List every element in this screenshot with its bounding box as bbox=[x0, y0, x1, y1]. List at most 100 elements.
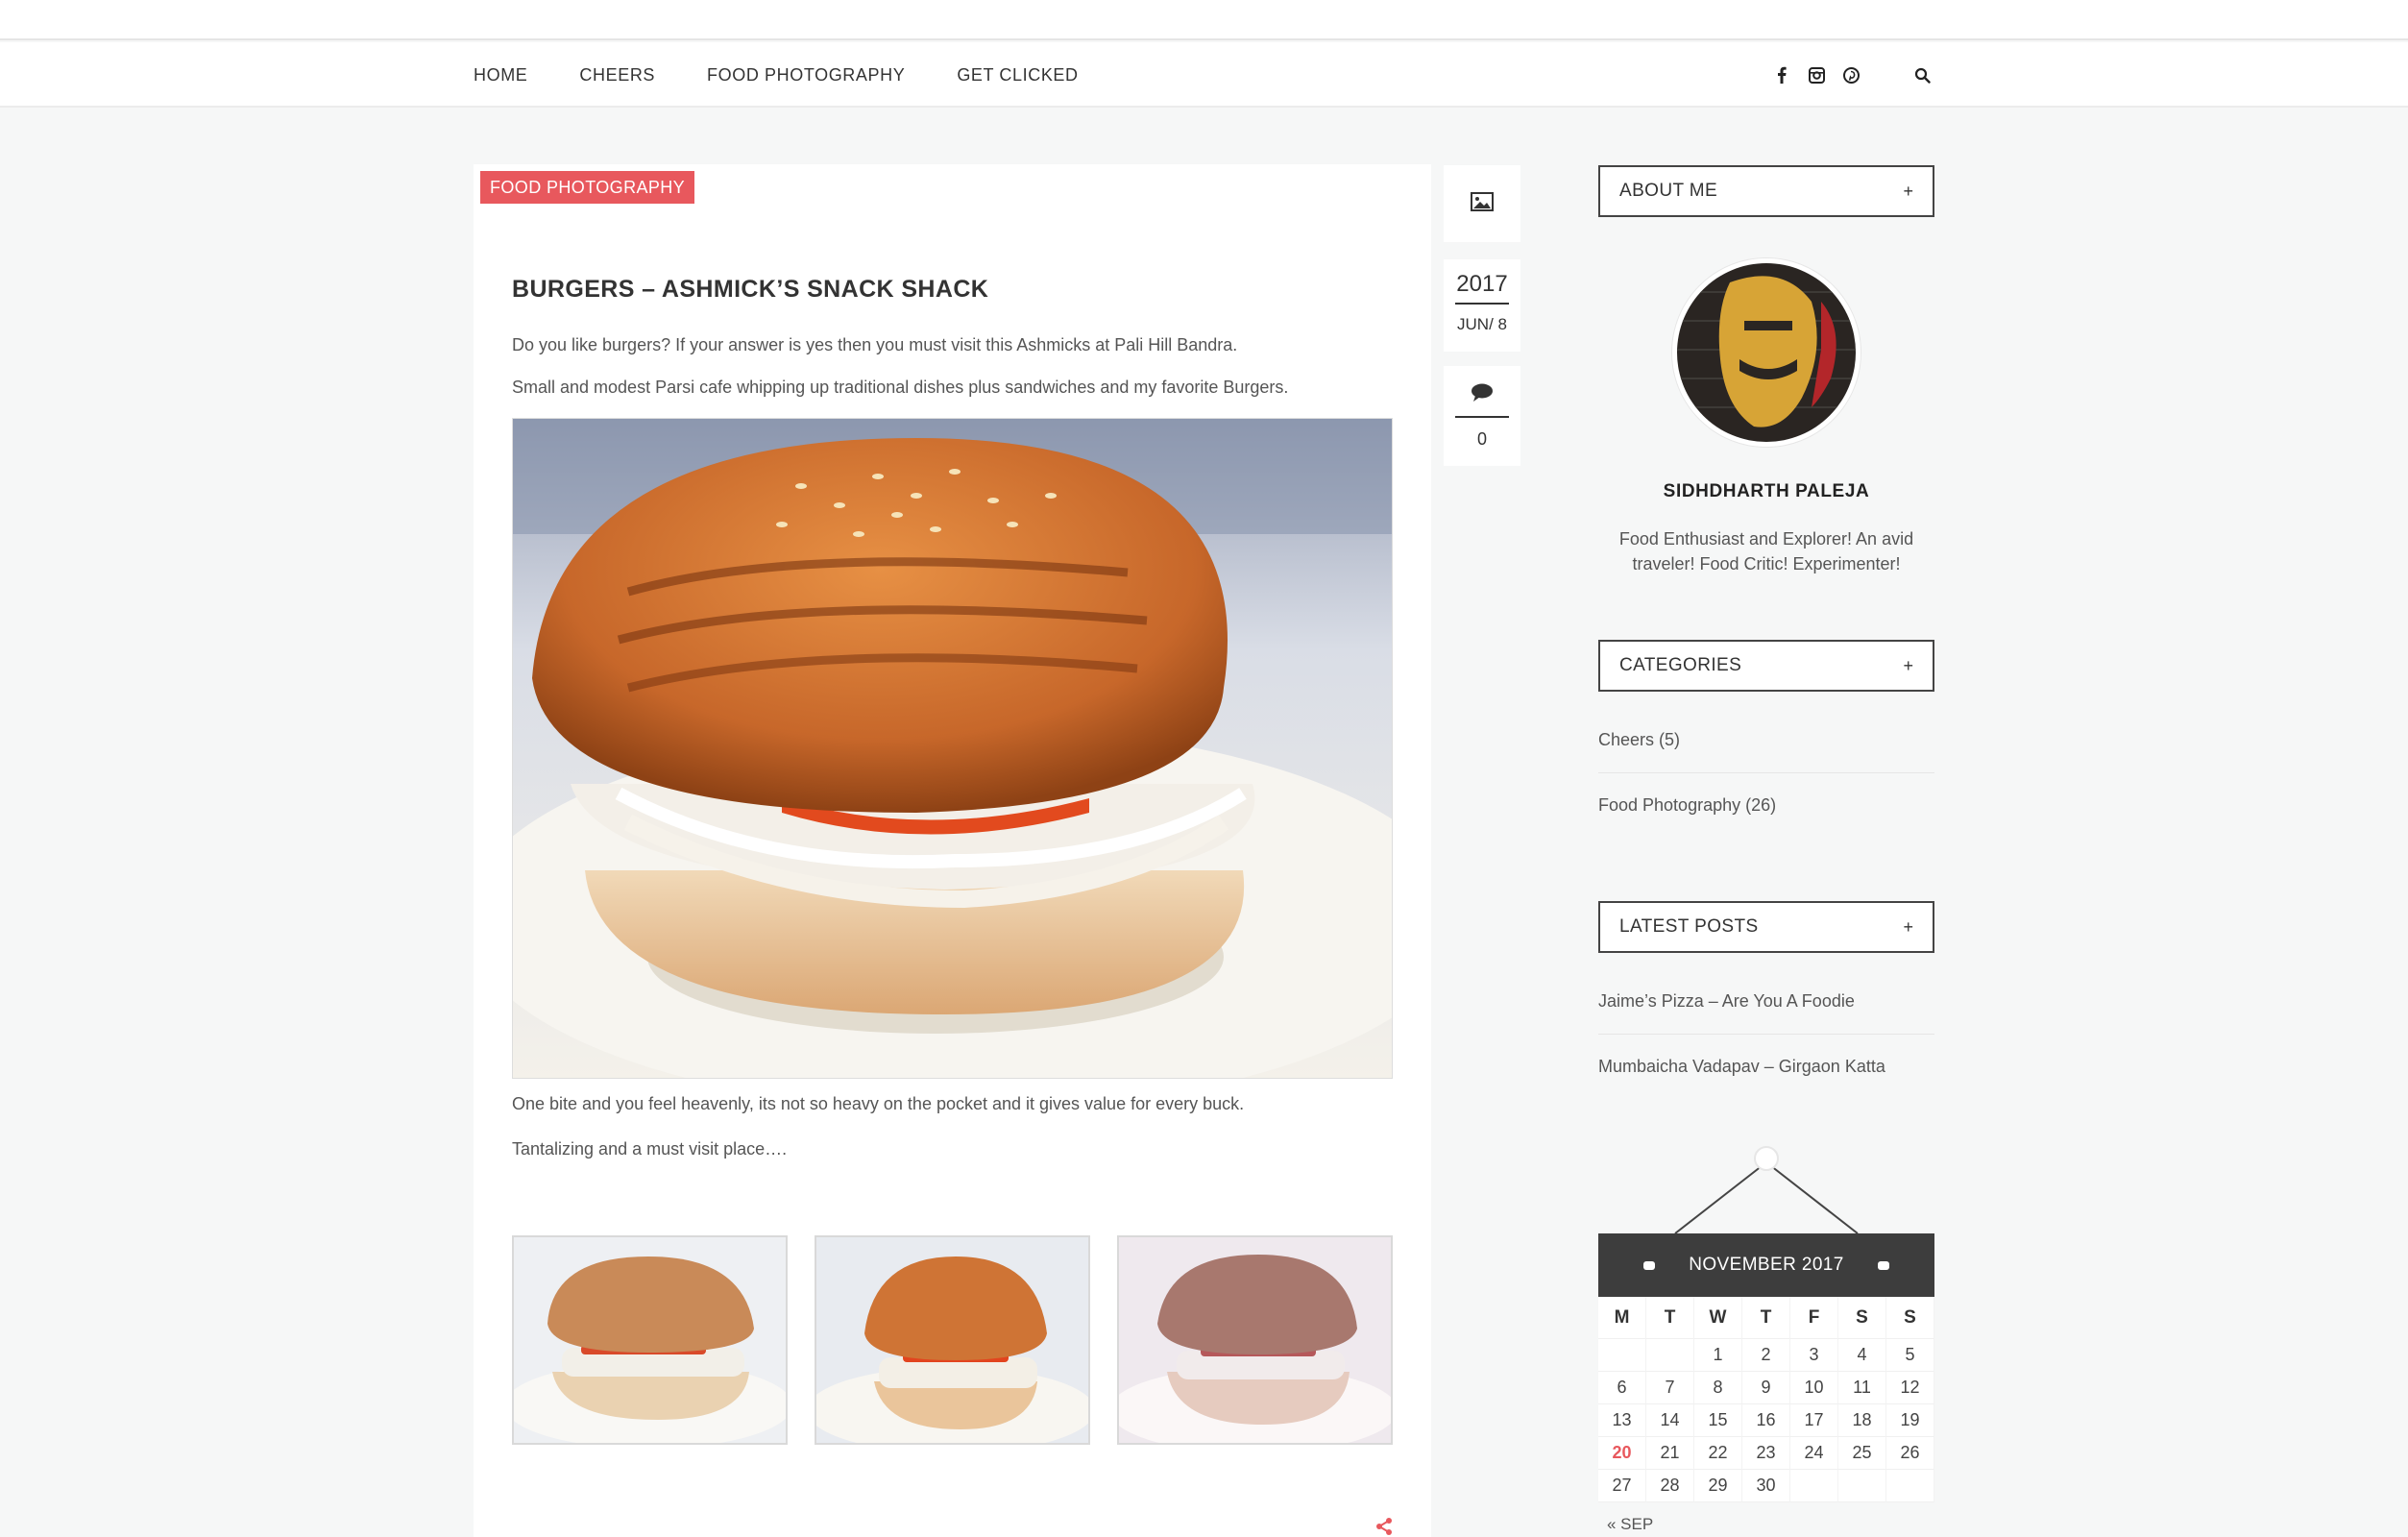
calendar-day: 13 bbox=[1598, 1404, 1646, 1437]
calendar-day: 3 bbox=[1790, 1339, 1838, 1372]
post-paragraph: Tantalizing and a must visit place…. bbox=[512, 1139, 788, 1159]
calendar-day: 8 bbox=[1694, 1372, 1742, 1404]
calendar-day: 1 bbox=[1694, 1339, 1742, 1372]
latest-post-link[interactable]: Mumbaicha Vadapav – Girgaon Katta bbox=[1598, 1057, 1934, 1077]
calendar-day: 18 bbox=[1838, 1404, 1886, 1437]
gallery-thumbnail[interactable] bbox=[512, 1235, 788, 1445]
nav-menu: HOME CHEERS FOOD PHOTOGRAPHY GET CLICKED bbox=[474, 42, 1131, 108]
expand-icon: + bbox=[1903, 916, 1913, 937]
calendar-day: 23 bbox=[1742, 1437, 1790, 1470]
calendar-next-button[interactable] bbox=[1878, 1261, 1889, 1270]
calendar-day: 27 bbox=[1598, 1470, 1646, 1502]
calendar-week: 27 28 29 30 bbox=[1598, 1470, 1934, 1502]
calendar-day: 9 bbox=[1742, 1372, 1790, 1404]
comment-icon bbox=[1471, 383, 1494, 407]
widget-title: CATEGORIES bbox=[1619, 655, 1742, 675]
calendar-day: 26 bbox=[1886, 1437, 1934, 1470]
nav-home[interactable]: HOME bbox=[474, 65, 527, 85]
calendar-day bbox=[1598, 1339, 1646, 1372]
calendar-day bbox=[1646, 1339, 1694, 1372]
expand-icon: + bbox=[1903, 181, 1913, 201]
weekday: W bbox=[1694, 1297, 1742, 1339]
calendar-day: 28 bbox=[1646, 1470, 1694, 1502]
search-icon[interactable] bbox=[1913, 66, 1931, 84]
post-paragraph: One bite and you feel heavenly, its not … bbox=[512, 1094, 1245, 1113]
social-icons bbox=[1773, 42, 1931, 108]
image-icon bbox=[1471, 191, 1494, 216]
main-nav: HOME CHEERS FOOD PHOTOGRAPHY GET CLICKED bbox=[0, 42, 2408, 108]
post-date-box: 2017 JUN/ 8 bbox=[1444, 259, 1520, 352]
divider bbox=[1598, 772, 1934, 773]
calendar-day: 5 bbox=[1886, 1339, 1934, 1372]
expand-icon: + bbox=[1903, 655, 1913, 675]
calendar-month: NOVEMBER 2017 bbox=[1689, 1255, 1844, 1275]
weekday: T bbox=[1742, 1297, 1790, 1339]
post-year: 2017 bbox=[1456, 271, 1508, 297]
latest-post-link[interactable]: Jaime’s Pizza – Are You A Foodie bbox=[1598, 991, 1934, 1012]
calendar-day: 22 bbox=[1694, 1437, 1742, 1470]
top-strip bbox=[0, 0, 2408, 40]
divider bbox=[1598, 1034, 1934, 1035]
share-icon[interactable] bbox=[1374, 1517, 1394, 1536]
author-bio: Food Enthusiast and Explorer! An avid tr… bbox=[1618, 529, 1914, 573]
calendar-day: 12 bbox=[1886, 1372, 1934, 1404]
calendar-day: 15 bbox=[1694, 1404, 1742, 1437]
post-title[interactable]: BURGERS – ASHMICK’S SNACK SHACK bbox=[512, 276, 988, 304]
calendar-day: 11 bbox=[1838, 1372, 1886, 1404]
latest-posts-widget-header[interactable]: LATEST POSTS + bbox=[1598, 901, 1934, 953]
gallery-thumbnail[interactable] bbox=[1117, 1235, 1393, 1445]
post-format-box bbox=[1444, 165, 1520, 242]
category-badge[interactable]: FOOD PHOTOGRAPHY bbox=[480, 171, 695, 204]
calendar-prev-month-link[interactable]: « SEP bbox=[1607, 1515, 1653, 1534]
calendar-day bbox=[1790, 1470, 1838, 1502]
calendar-header: NOVEMBER 2017 bbox=[1598, 1233, 1934, 1297]
pinterest-icon[interactable] bbox=[1842, 66, 1860, 84]
divider bbox=[1455, 416, 1509, 418]
calendar-day: 30 bbox=[1742, 1470, 1790, 1502]
calendar-day: 21 bbox=[1646, 1437, 1694, 1470]
category-link-cheers[interactable]: Cheers (5) bbox=[1598, 730, 1934, 750]
author-name: SIDHDHARTH PALEJA bbox=[1663, 481, 1870, 501]
facebook-icon[interactable] bbox=[1773, 66, 1790, 84]
calendar-week: 6 7 8 9 10 11 12 bbox=[1598, 1372, 1934, 1404]
calendar-day: 29 bbox=[1694, 1470, 1742, 1502]
calendar-day: 19 bbox=[1886, 1404, 1934, 1437]
calendar-day: 2 bbox=[1742, 1339, 1790, 1372]
calendar-day bbox=[1886, 1470, 1934, 1502]
nav-food-photography[interactable]: FOOD PHOTOGRAPHY bbox=[707, 65, 905, 85]
calendar-day: 24 bbox=[1790, 1437, 1838, 1470]
calendar-prev-button[interactable] bbox=[1643, 1261, 1655, 1270]
weekday: S bbox=[1886, 1297, 1934, 1339]
gallery-thumbnail[interactable] bbox=[815, 1235, 1090, 1445]
comment-count: 0 bbox=[1476, 429, 1487, 449]
weekday: M bbox=[1598, 1297, 1646, 1339]
weekday: T bbox=[1646, 1297, 1694, 1339]
about-me-widget-header[interactable]: ABOUT ME + bbox=[1598, 165, 1934, 217]
calendar-day: 25 bbox=[1838, 1437, 1886, 1470]
comments-box[interactable]: 0 bbox=[1444, 366, 1520, 466]
calendar-day: 4 bbox=[1838, 1339, 1886, 1372]
nav-cheers[interactable]: CHEERS bbox=[579, 65, 655, 85]
category-link-food-photography[interactable]: Food Photography (26) bbox=[1598, 795, 1934, 816]
weekday: F bbox=[1790, 1297, 1838, 1339]
categories-widget-header[interactable]: CATEGORIES + bbox=[1598, 640, 1934, 692]
widget-title: ABOUT ME bbox=[1619, 181, 1718, 201]
calendar-day: 7 bbox=[1646, 1372, 1694, 1404]
calendar-week: 1 2 3 4 5 bbox=[1598, 1339, 1934, 1372]
burger-hero-image bbox=[512, 418, 1393, 1079]
calendar-week: 20 21 22 23 24 25 26 bbox=[1598, 1437, 1934, 1470]
post-paragraph: Do you like burgers? If your answer is y… bbox=[512, 335, 1238, 354]
calendar-day: 10 bbox=[1790, 1372, 1838, 1404]
divider bbox=[1455, 303, 1509, 305]
instagram-icon[interactable] bbox=[1808, 66, 1825, 84]
calendar-day: 6 bbox=[1598, 1372, 1646, 1404]
post-day: JUN/ 8 bbox=[1457, 315, 1507, 333]
calendar-day bbox=[1838, 1470, 1886, 1502]
calendar-weekday-row: M T W T F S S bbox=[1598, 1297, 1934, 1339]
avatar bbox=[1672, 258, 1861, 447]
post-paragraph: Small and modest Parsi cafe whipping up … bbox=[512, 378, 1289, 397]
nav-get-clicked[interactable]: GET CLICKED bbox=[957, 65, 1078, 85]
calendar-week: 13 14 15 16 17 18 19 bbox=[1598, 1404, 1934, 1437]
calendar-grid: M T W T F S S 1 2 3 4 5 6 7 8 9 10 11 12… bbox=[1598, 1297, 1934, 1502]
calendar-day: 17 bbox=[1790, 1404, 1838, 1437]
